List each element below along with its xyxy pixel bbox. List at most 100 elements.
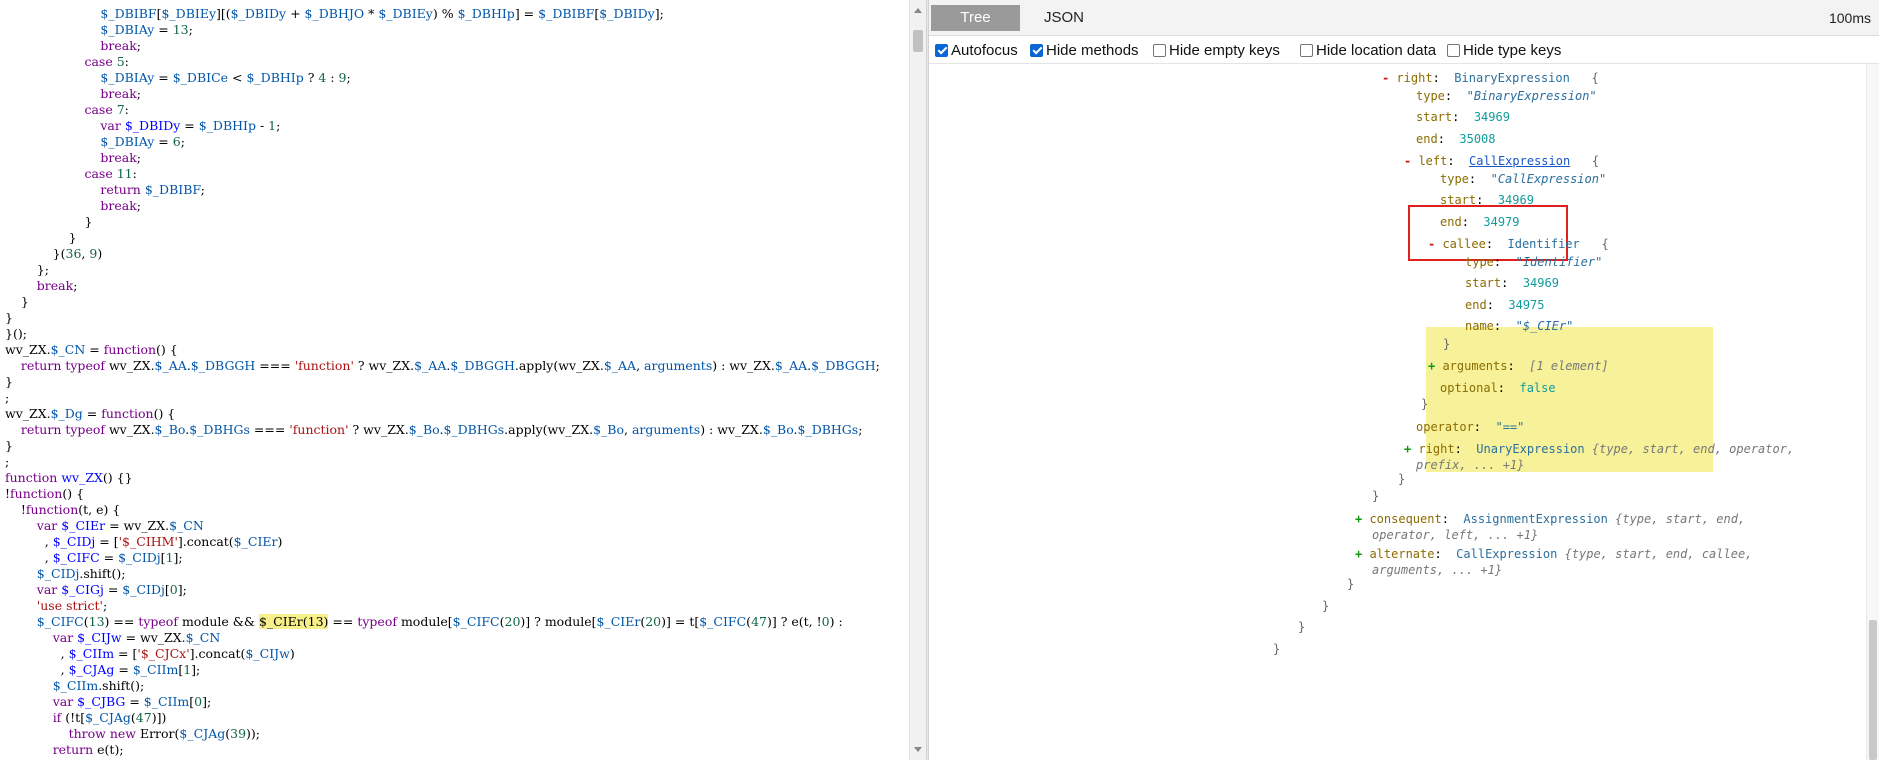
tree-node[interactable]: type: "Identifier" [1465, 254, 1602, 270]
expand-toggle-icon[interactable]: + [1404, 442, 1418, 456]
node-text [1580, 237, 1602, 251]
option-hide-location-data[interactable]: Hide location data [1300, 40, 1436, 60]
node-type-link[interactable]: CallExpression [1469, 154, 1570, 168]
checkbox[interactable] [1030, 43, 1043, 57]
code-token: ) [289, 646, 295, 661]
code-line: } [5, 230, 77, 246]
code-line: } [5, 214, 92, 230]
tree-node[interactable]: + alternate: CallExpression {type, start… [1355, 546, 1752, 562]
code-token: function [10, 486, 63, 501]
code-token: $_CIDj [52, 534, 96, 549]
collapse-toggle-icon[interactable]: - [1382, 71, 1396, 85]
code-token: ; [136, 150, 141, 165]
node-string-value: "CallExpression" [1490, 172, 1607, 186]
node-type[interactable]: BinaryExpression [1454, 71, 1570, 85]
node-type[interactable]: CallExpression [1456, 547, 1557, 561]
scroll-up-icon[interactable] [914, 8, 922, 13]
code-line: , $_CIIm = ['$_CJCx'].concat($_CIJw) [5, 646, 295, 662]
tree-node[interactable]: } [1421, 396, 1428, 412]
tree-node[interactable]: type: "BinaryExpression" [1416, 88, 1597, 104]
option-autofocus[interactable]: Autofocus [935, 40, 1018, 60]
tree-options-bar: Autofocus Hide methods Hide empty keys Hide… [929, 36, 1879, 64]
code-token: ) [277, 534, 283, 549]
node-text: : [1485, 237, 1508, 251]
node-key: left [1418, 154, 1448, 168]
option-hide-empty-keys[interactable]: Hide empty keys [1153, 40, 1280, 60]
tree-node[interactable]: } [1298, 619, 1305, 635]
node-text: : [1493, 255, 1516, 269]
tree-node[interactable]: } [1273, 641, 1280, 657]
tree-node[interactable]: end: 35008 [1416, 131, 1496, 147]
node-type[interactable]: Identifier [1508, 237, 1580, 251]
tree-node[interactable]: start: 34969 [1465, 275, 1559, 291]
tree-node[interactable]: - right: BinaryExpression { [1382, 70, 1599, 86]
code-token: var [100, 118, 121, 133]
tree-node[interactable]: prefix, ... +1} [1416, 457, 1524, 473]
tree-node[interactable]: + arguments: [1 element] [1428, 358, 1609, 374]
tree-node[interactable]: start: 34969 [1416, 109, 1510, 125]
code-token: function [103, 342, 157, 357]
tree-node[interactable]: } [1322, 598, 1329, 614]
code-scroll-thumb[interactable] [913, 30, 923, 52]
tree-node[interactable]: - callee: Identifier { [1428, 236, 1609, 252]
tree-scroll-thumb[interactable] [1869, 620, 1877, 760]
tab-json[interactable]: JSON [1024, 5, 1104, 31]
tree-scrollbar[interactable] [1866, 64, 1879, 760]
code-token: ] = [514, 6, 539, 21]
collapse-toggle-icon[interactable]: - [1428, 237, 1442, 251]
code-token: = [114, 662, 133, 677]
expand-toggle-icon[interactable]: + [1428, 359, 1442, 373]
node-text: : [1432, 71, 1455, 85]
checkbox[interactable] [1300, 43, 1313, 57]
tree-node[interactable]: end: 34975 [1465, 297, 1545, 313]
tree-node[interactable]: } [1443, 336, 1450, 352]
code-scrollbar[interactable] [909, 0, 926, 760]
code-token: throw new [68, 726, 136, 741]
expand-toggle-icon[interactable]: + [1355, 512, 1369, 526]
code-line: } [5, 294, 29, 310]
code-line: ; [5, 454, 9, 470]
checkbox[interactable] [1447, 43, 1460, 57]
code-token: = [ [95, 534, 119, 549]
code-token: ].concat( [189, 646, 246, 661]
code-editor[interactable]: $_DBIBF[$_DBIEy][($_DBIDy + $_DBHJO * $_… [0, 0, 909, 760]
code-token: $_DBGGH [811, 358, 876, 373]
tree-node[interactable]: } [1372, 488, 1379, 504]
tree-node[interactable]: } [1398, 471, 1405, 487]
tree-node[interactable]: type: "CallExpression" [1440, 171, 1606, 187]
collapse-toggle-icon[interactable]: - [1404, 154, 1418, 168]
code-token: $_DBHIp [246, 70, 304, 85]
code-token: $_DBIEy [161, 6, 217, 21]
node-type[interactable]: AssignmentExpression [1463, 512, 1608, 526]
code-line: }(36, 9) [5, 246, 103, 262]
tree-node[interactable]: name: "$_CIEr" [1465, 318, 1573, 334]
tree-node[interactable]: + consequent: AssignmentExpression {type… [1355, 511, 1745, 527]
tree-node[interactable]: optional: false [1440, 380, 1556, 396]
node-summary: {type, start, end, [1615, 512, 1746, 526]
node-type[interactable]: UnaryExpression [1476, 442, 1584, 456]
tab-tree[interactable]: Tree [931, 5, 1020, 31]
option-hide-methods[interactable]: Hide methods [1030, 40, 1139, 60]
tree-node[interactable]: + right: UnaryExpression {type, start, e… [1404, 441, 1794, 457]
tree-node[interactable]: - left: CallExpression { [1404, 153, 1599, 169]
tree-node[interactable]: operator, left, ... +1} [1372, 527, 1538, 543]
code-token: 11 [116, 166, 133, 181]
code-token: $_CIFC [36, 614, 84, 629]
tree-node[interactable]: arguments, ... +1} [1372, 562, 1502, 578]
option-hide-type-keys[interactable]: Hide type keys [1447, 40, 1561, 60]
tree-node[interactable]: end: 34979 [1440, 214, 1520, 230]
node-key: type [1440, 172, 1469, 186]
code-line: , $_CJAg = $_CIIm[1]; [5, 662, 201, 678]
tree-node[interactable]: } [1347, 576, 1354, 592]
scroll-down-icon[interactable] [914, 747, 922, 752]
checkbox[interactable] [935, 43, 948, 57]
tree-node[interactable]: operator: "==" [1416, 419, 1524, 435]
code-token: module && [177, 614, 259, 629]
tree-node[interactable]: start: 34969 [1440, 192, 1534, 208]
checkbox[interactable] [1153, 43, 1166, 57]
code-token: ]; [191, 662, 201, 677]
expand-toggle-icon[interactable]: + [1355, 547, 1369, 561]
